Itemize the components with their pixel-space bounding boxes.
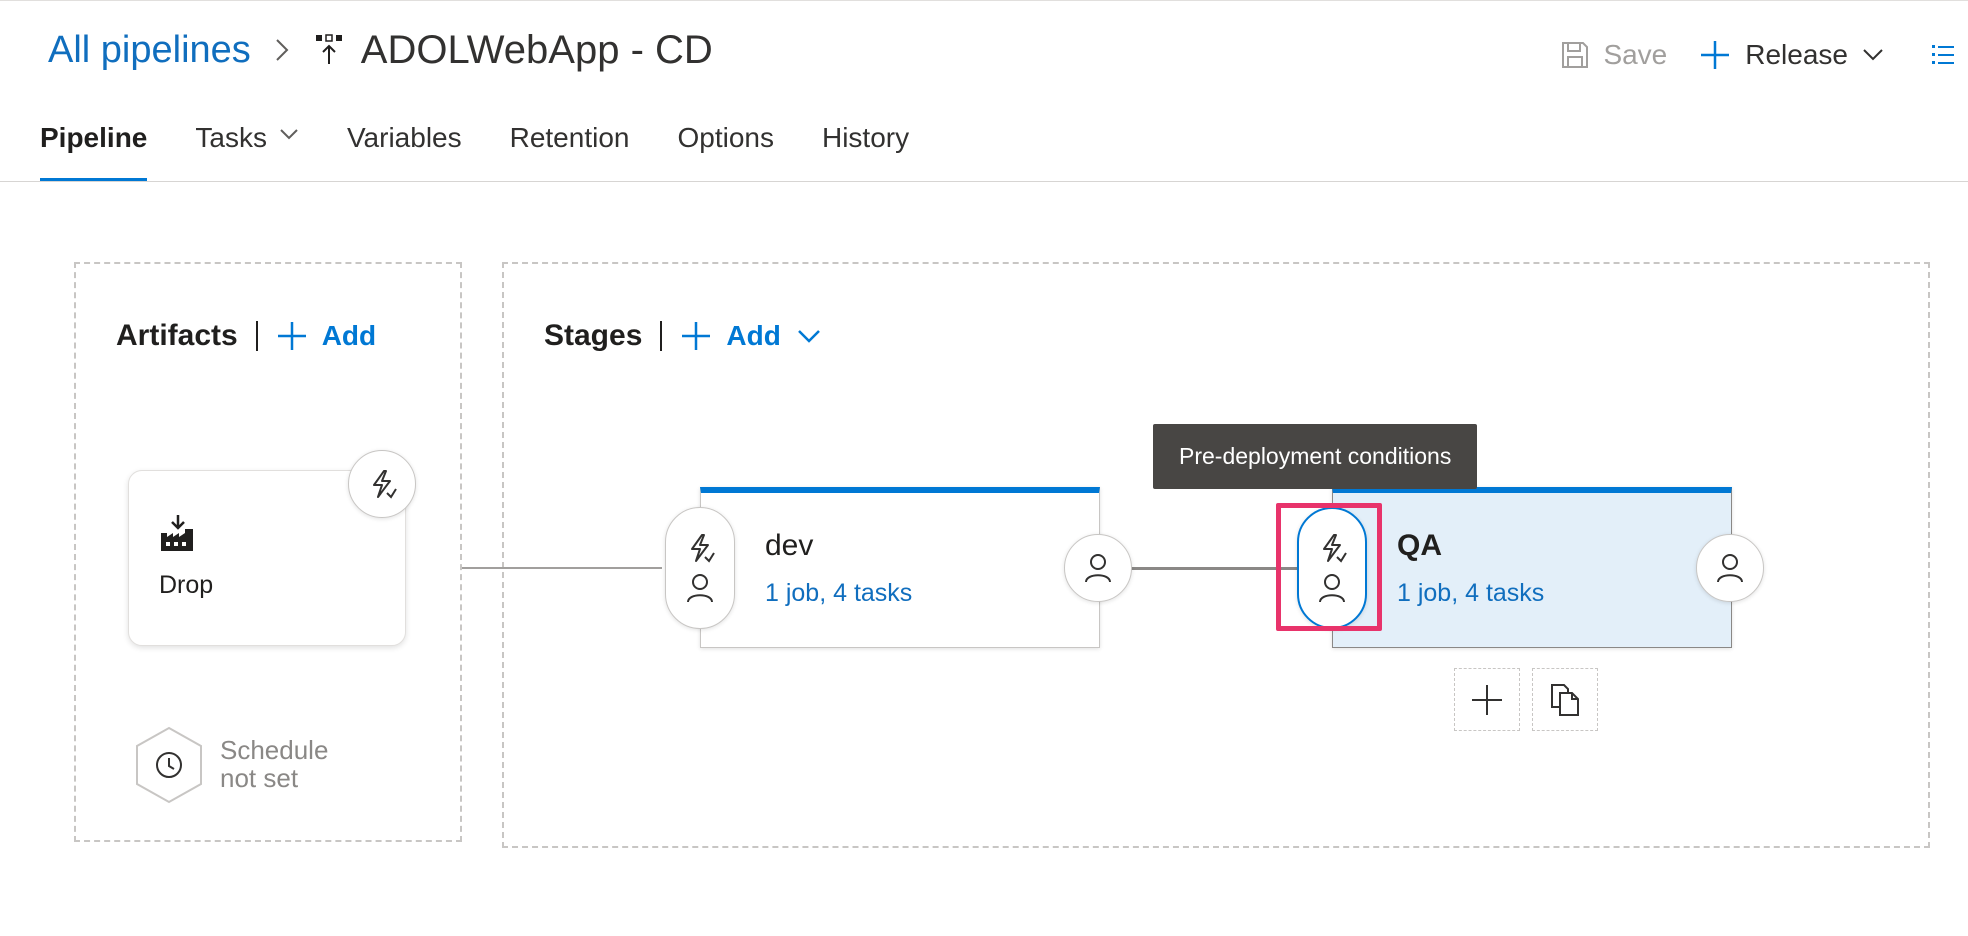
add-stage-after-button[interactable] xyxy=(1454,668,1520,731)
tab-variables[interactable]: Variables xyxy=(347,118,462,182)
stage-name: dev xyxy=(765,529,814,562)
schedule-line1: Schedule xyxy=(220,735,329,765)
artifact-to-dev-connector xyxy=(462,567,662,569)
dev-to-qa-connector xyxy=(1130,567,1298,570)
post-deployment-approvals-button[interactable] xyxy=(1064,534,1132,602)
tab-retention-label: Retention xyxy=(509,122,630,153)
save-button[interactable]: Save xyxy=(1561,39,1667,71)
tab-history[interactable]: History xyxy=(822,118,909,182)
tab-tasks-label: Tasks xyxy=(195,122,267,153)
schedule-button[interactable] xyxy=(134,726,204,809)
copy-icon xyxy=(1551,683,1579,716)
chevron-down-icon xyxy=(1863,49,1883,61)
tab-history-label: History xyxy=(821,122,910,153)
person-icon xyxy=(687,574,713,603)
schedule-status: Schedule not set xyxy=(220,736,380,792)
add-artifact-label: Add xyxy=(321,320,377,351)
artifacts-title: Artifacts xyxy=(116,319,238,352)
add-stage-label: Add xyxy=(726,320,781,351)
person-icon xyxy=(1717,554,1743,583)
all-pipelines-link[interactable]: All pipelines xyxy=(48,29,251,72)
plus-icon xyxy=(277,322,306,350)
tab-variables-label: Variables xyxy=(346,122,462,153)
release-button[interactable]: Release xyxy=(1699,39,1898,71)
add-artifact-button[interactable]: Add xyxy=(276,320,376,352)
tab-tasks[interactable]: Tasks xyxy=(195,118,299,182)
release-pipeline-icon xyxy=(315,34,343,66)
tab-pipeline-label: Pipeline xyxy=(40,122,148,153)
tab-pipeline[interactable]: Pipeline xyxy=(40,118,148,182)
lightning-icon xyxy=(691,534,715,563)
post-deployment-approvals-button[interactable] xyxy=(1696,534,1764,602)
stage-card-dev[interactable]: dev 1 job, 4 tasks xyxy=(700,487,1100,648)
pre-deployment-conditions-button[interactable] xyxy=(665,507,735,629)
chevron-down-icon[interactable] xyxy=(797,329,821,343)
save-label: Save xyxy=(1603,39,1668,70)
save-icon xyxy=(1562,42,1589,68)
stages-header: Stages Add xyxy=(544,316,821,356)
highlight-box xyxy=(1276,503,1382,631)
stage-name: QA xyxy=(1397,529,1442,562)
plus-icon xyxy=(682,322,711,350)
pipeline-title: ADOLWebApp - CD xyxy=(360,27,713,72)
stages-title: Stages xyxy=(544,319,643,352)
chevron-down-icon xyxy=(280,129,298,140)
lightning-icon xyxy=(373,470,397,499)
command-bar: Save Release xyxy=(1561,30,1968,80)
tab-retention[interactable]: Retention xyxy=(510,118,630,182)
tooltip: Pre-deployment conditions xyxy=(1153,424,1478,489)
list-menu-button[interactable] xyxy=(1930,41,1968,69)
person-icon xyxy=(1085,554,1111,583)
release-label: Release xyxy=(1745,39,1848,70)
top-border xyxy=(0,0,1968,6)
clock-hexagon-icon xyxy=(136,726,202,804)
tab-bar: Pipeline Tasks Variables Retention Optio… xyxy=(40,118,957,182)
breadcrumb: All pipelines ADOLWebApp - CD xyxy=(48,22,713,78)
chevron-right-icon xyxy=(275,38,289,62)
header-separator xyxy=(660,321,663,351)
artifact-name: Drop xyxy=(159,571,214,599)
stage-card-qa[interactable]: QA 1 job, 4 tasks xyxy=(1332,487,1732,648)
tabs-divider xyxy=(0,181,1968,182)
stage-job-summary-link[interactable]: 1 job, 4 tasks xyxy=(1397,579,1544,608)
header-separator xyxy=(255,321,258,351)
plus-icon xyxy=(1472,684,1502,715)
add-stage-button[interactable]: Add xyxy=(680,320,781,352)
tab-options[interactable]: Options xyxy=(677,118,774,182)
continuous-deployment-trigger-button[interactable] xyxy=(348,450,416,518)
tab-options-label: Options xyxy=(677,122,774,153)
list-icon xyxy=(1932,45,1954,64)
schedule-line2: not set xyxy=(220,763,299,793)
plus-icon xyxy=(1701,41,1730,69)
stage-job-summary-link[interactable]: 1 job, 4 tasks xyxy=(765,579,912,608)
build-artifact-icon xyxy=(159,515,197,558)
clone-stage-button[interactable] xyxy=(1532,668,1598,731)
artifacts-header: Artifacts Add xyxy=(116,316,376,356)
